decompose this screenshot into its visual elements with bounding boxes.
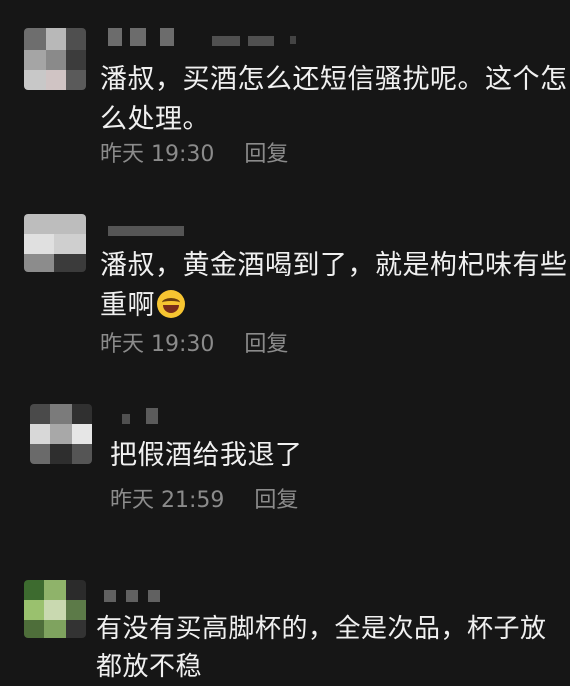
comment-text-line: 有没有买高脚杯的，全是次品，杯子放 (96, 614, 547, 644)
comment-item: 有没有买高脚杯的，全是次品，杯子放 都放不稳 (0, 0, 570, 682)
avatar[interactable] (24, 580, 86, 638)
username[interactable] (104, 588, 174, 606)
comment-text: 有没有买高脚杯的，全是次品，杯子放 都放不稳 (96, 610, 547, 686)
comment-text-line: 都放不稳 (96, 652, 203, 682)
